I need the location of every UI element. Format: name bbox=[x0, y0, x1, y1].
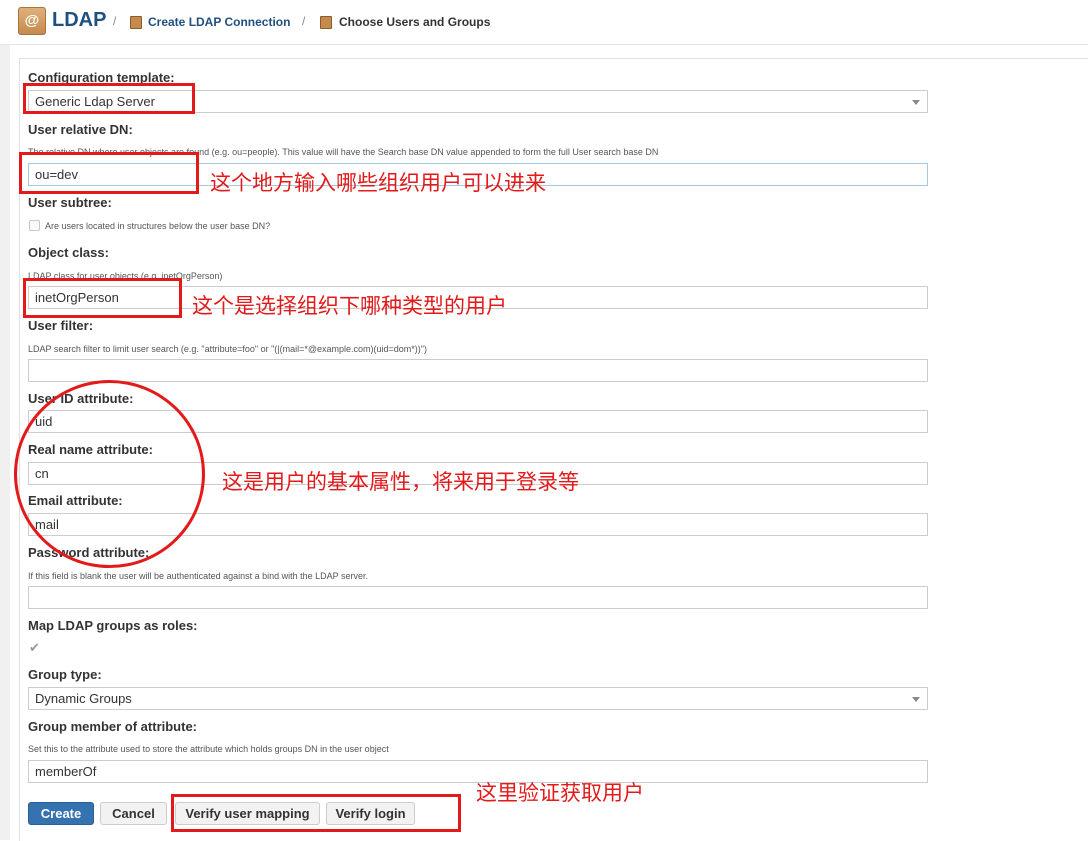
password-attribute-input[interactable] bbox=[28, 586, 928, 609]
breadcrumb-separator: / bbox=[302, 14, 306, 28]
annotation-note-object-class: 这个是选择组织下哪种类型的用户 bbox=[192, 294, 507, 318]
chevron-down-icon bbox=[912, 100, 920, 105]
user-subtree-checkbox[interactable] bbox=[29, 220, 40, 231]
annotation-box-object-class bbox=[23, 278, 182, 318]
ldap-book-icon: @ bbox=[18, 7, 46, 35]
chevron-down-icon bbox=[912, 697, 920, 702]
annotation-ellipse-attributes bbox=[14, 380, 205, 568]
annotation-note-verify: 这里验证获取用户 bbox=[476, 781, 644, 805]
annotation-note-attributes: 这是用户的基本属性，将来用于登录等 bbox=[222, 470, 579, 494]
user-subtree-checkbox-label: Are users located in structures below th… bbox=[45, 221, 271, 231]
map-groups-label: Map LDAP groups as roles: bbox=[28, 618, 198, 633]
object-class-label: Object class: bbox=[28, 245, 109, 260]
user-filter-description: LDAP search filter to limit user search … bbox=[28, 344, 427, 354]
page-header: @ LDAP / Create LDAP Connection / Choose… bbox=[0, 0, 1088, 45]
breadcrumb-create-ldap-connection[interactable]: Create LDAP Connection bbox=[148, 15, 290, 29]
group-member-attribute-label: Group member of attribute: bbox=[28, 719, 198, 734]
annotation-box-user-dn bbox=[19, 152, 199, 194]
annotation-note-user-dn: 这个地方输入哪些组织用户可以进来 bbox=[210, 171, 546, 195]
annotation-box-verify bbox=[171, 794, 461, 832]
user-relative-dn-label: User relative DN: bbox=[28, 122, 133, 137]
map-groups-checkbox[interactable]: ✔ bbox=[29, 641, 40, 654]
group-member-attribute-description: Set this to the attribute used to store … bbox=[28, 744, 389, 754]
app-title[interactable]: LDAP bbox=[52, 9, 106, 32]
book-icon bbox=[320, 16, 332, 29]
group-type-value: Dynamic Groups bbox=[35, 691, 132, 706]
breadcrumb-separator: / bbox=[113, 14, 117, 28]
cancel-button[interactable]: Cancel bbox=[100, 802, 167, 825]
user-filter-label: User filter: bbox=[28, 318, 94, 333]
group-type-label: Group type: bbox=[28, 667, 102, 682]
create-button[interactable]: Create bbox=[28, 802, 94, 825]
user-subtree-label: User subtree: bbox=[28, 195, 112, 210]
book-icon bbox=[130, 16, 142, 29]
password-attribute-description: If this field is blank the user will be … bbox=[28, 571, 369, 581]
group-type-select[interactable]: Dynamic Groups bbox=[28, 687, 928, 710]
breadcrumb-current-page: Choose Users and Groups bbox=[339, 15, 491, 29]
annotation-box-config-template bbox=[23, 83, 195, 114]
user-filter-input[interactable] bbox=[28, 359, 928, 382]
left-gutter bbox=[0, 45, 10, 840]
